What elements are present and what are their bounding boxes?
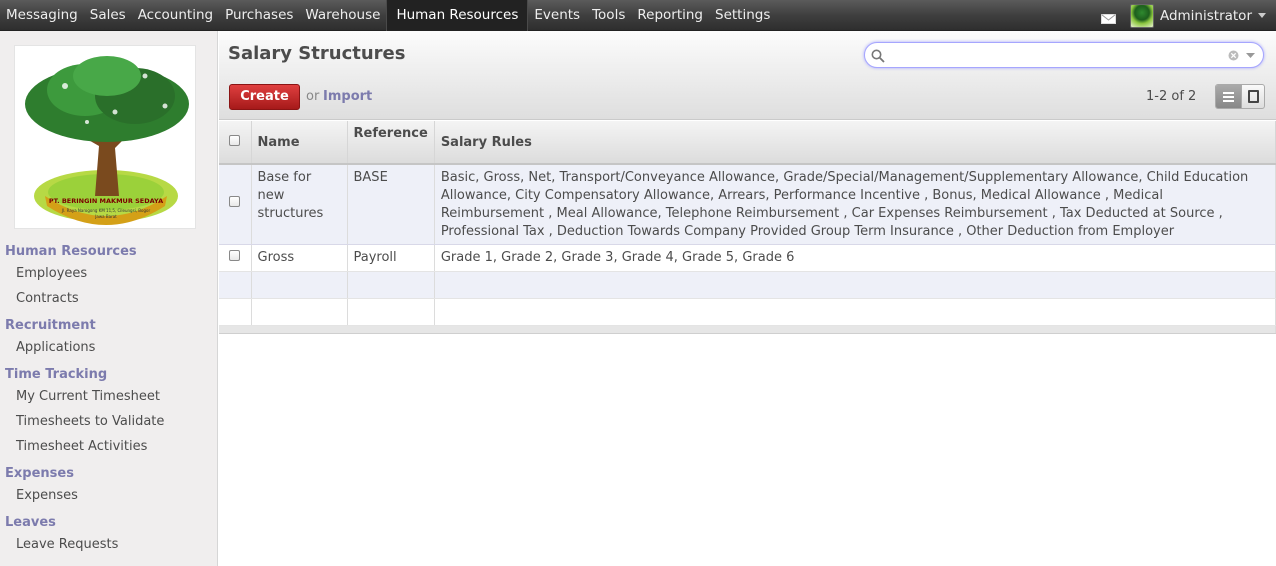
cell-name[interactable]: Gross (251, 244, 348, 272)
table-row[interactable]: Base for new structures BASE Basic, Gros… (219, 164, 1276, 245)
top-navbar: Messaging Sales Accounting Purchases War… (0, 0, 1276, 31)
empty-cell (251, 298, 348, 326)
cell-salary-rules[interactable]: Basic, Gross, Net, Transport/Conveyance … (434, 164, 1276, 245)
view-switcher (1215, 84, 1265, 109)
row-checkbox[interactable] (229, 196, 241, 208)
svg-text:Jl. Raya Narogong KM 11,5, Cil: Jl. Raya Narogong KM 11,5, Cileungsi, Bo… (61, 208, 151, 213)
row-select-cell (219, 244, 252, 272)
logo-image: PT. BERINGIN MAKMUR SEDAYA Jl. Raya Naro… (25, 56, 189, 225)
chevron-down-icon[interactable] (1258, 13, 1266, 18)
svg-text:Jawa Barat: Jawa Barat (94, 214, 117, 219)
menu-sales[interactable]: Sales (84, 0, 132, 31)
table-header-row: Name Reference Salary Rules (219, 121, 1276, 165)
menu-accounting[interactable]: Accounting (132, 0, 219, 31)
view-header: Salary Structures Create or Import 1-2 o… (219, 31, 1276, 120)
list-view: Name Reference Salary Rules Base for new… (219, 121, 1276, 334)
table-footer (219, 324, 1276, 334)
top-menu: Messaging Sales Accounting Purchases War… (0, 0, 776, 31)
menu-purchases[interactable]: Purchases (219, 0, 299, 31)
user-area: Administrator (1100, 0, 1266, 31)
menu-messaging[interactable]: Messaging (0, 0, 84, 31)
sidebar-item-employees[interactable]: Employees (0, 261, 218, 286)
search-options-chevron-icon[interactable] (1246, 53, 1255, 58)
table-row[interactable]: Gross Payroll Grade 1, Grade 2, Grade 3,… (219, 244, 1276, 272)
form-view-icon[interactable] (1241, 85, 1264, 108)
search-box[interactable] (864, 42, 1264, 68)
empty-cell (347, 271, 435, 299)
sidebar-item-timesheet-activities[interactable]: Timesheet Activities (0, 434, 218, 459)
sidebar-item-my-current-timesheet[interactable]: My Current Timesheet (0, 384, 218, 409)
empty-cell (434, 298, 1276, 326)
sidebar-item-contracts[interactable]: Contracts (0, 286, 218, 311)
cell-reference[interactable]: Payroll (347, 244, 435, 272)
import-link[interactable]: Import (323, 89, 372, 104)
sidebar-item-expenses[interactable]: Expenses (0, 483, 218, 508)
main-content: Salary Structures Create or Import 1-2 o… (219, 31, 1276, 566)
sidebar-section-time-tracking[interactable]: Time Tracking (0, 365, 218, 384)
empty-row (219, 298, 1276, 326)
select-all-cell (219, 121, 252, 165)
avatar[interactable] (1129, 3, 1154, 28)
svg-text:PT. BERINGIN MAKMUR SEDAYA: PT. BERINGIN MAKMUR SEDAYA (49, 197, 163, 205)
list-view-icon[interactable] (1216, 85, 1241, 108)
empty-cell (219, 298, 252, 326)
sidebar-item-timesheets-to-validate[interactable]: Timesheets to Validate (0, 409, 218, 434)
sidebar-nav: Human Resources Employees Contracts Recr… (0, 242, 218, 557)
column-header-name[interactable]: Name (251, 121, 348, 165)
sidebar-section-leaves[interactable]: Leaves (0, 513, 218, 532)
menu-events[interactable]: Events (528, 0, 586, 31)
clear-icon[interactable] (1228, 50, 1239, 61)
sidebar-section-human-resources[interactable]: Human Resources (0, 242, 218, 261)
salary-structures-table: Name Reference Salary Rules Base for new… (219, 121, 1276, 334)
create-button[interactable]: Create (229, 84, 300, 110)
sidebar: PT. BERINGIN MAKMUR SEDAYA Jl. Raya Naro… (0, 31, 218, 566)
empty-row (219, 271, 1276, 299)
menu-warehouse[interactable]: Warehouse (299, 0, 386, 31)
company-logo[interactable]: PT. BERINGIN MAKMUR SEDAYA Jl. Raya Naro… (14, 45, 196, 229)
row-select-cell (219, 164, 252, 245)
empty-cell (434, 271, 1276, 299)
search-icon (871, 49, 885, 63)
column-header-salary-rules[interactable]: Salary Rules (434, 121, 1276, 165)
search-input[interactable] (887, 47, 1217, 64)
select-all-checkbox[interactable] (229, 134, 241, 146)
cell-name[interactable]: Base for new structures (251, 164, 348, 245)
page-title: Salary Structures (228, 43, 406, 64)
empty-cell (219, 271, 252, 299)
cell-salary-rules[interactable]: Grade 1, Grade 2, Grade 3, Grade 4, Grad… (434, 244, 1276, 272)
row-checkbox[interactable] (229, 249, 241, 261)
mail-icon[interactable] (1100, 13, 1116, 24)
menu-tools[interactable]: Tools (586, 0, 631, 31)
sidebar-item-leave-requests[interactable]: Leave Requests (0, 532, 218, 557)
menu-human-resources[interactable]: Human Resources (386, 0, 529, 31)
user-name[interactable]: Administrator (1160, 8, 1252, 24)
menu-settings[interactable]: Settings (709, 0, 776, 31)
sidebar-item-applications[interactable]: Applications (0, 335, 218, 360)
sidebar-section-recruitment[interactable]: Recruitment (0, 316, 218, 335)
sidebar-section-expenses[interactable]: Expenses (0, 464, 218, 483)
empty-cell (251, 271, 348, 299)
menu-reporting[interactable]: Reporting (631, 0, 709, 31)
footer-cell (219, 324, 1276, 334)
empty-cell (347, 298, 435, 326)
pager-value[interactable]: 1-2 of 2 (1146, 89, 1196, 104)
column-header-reference[interactable]: Reference (347, 121, 435, 165)
or-text: or (306, 89, 320, 104)
cell-reference[interactable]: BASE (347, 164, 435, 245)
